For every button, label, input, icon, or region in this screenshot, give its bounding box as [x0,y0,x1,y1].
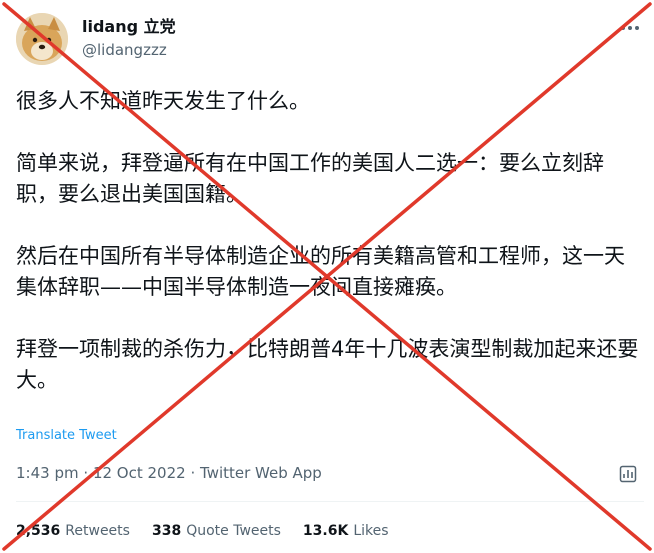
tweet-meta: 1:43 pm · 12 Oct 2022 · Twitter Web App [16,463,322,483]
avatar[interactable] [16,13,68,65]
tweet-paragraph: 然后在中国所有半导体制造企业的所有美籍高管和工程师，这一天集体辞职——中国半导体… [16,244,625,299]
author-display-name[interactable]: lidang 立党 [82,17,176,37]
tweet-paragraph: 简单来说，拜登逼所有在中国工作的美国人二选一：要么立刻辞职，要么退出美国国籍。 [16,151,604,206]
author-handle[interactable]: @lidangzzz [82,40,167,60]
tweet-stats: 2,536 Retweets 338 Quote Tweets 13.6K Li… [16,521,389,541]
tweet-source[interactable]: Twitter Web App [200,464,322,482]
likes-label: Likes [353,523,389,539]
quote-tweets-label: Quote Tweets [186,523,281,539]
retweets-label: Retweets [65,523,130,539]
tweet-paragraph: 拜登一项制裁的杀伤力，比特朗普4年十几波表演型制裁加起来还要大。 [16,337,639,392]
meta-separator: · [83,464,89,482]
meta-separator: · [190,464,196,482]
more-horizontal-icon [621,26,639,30]
divider [16,501,644,502]
tweet-date[interactable]: 12 Oct 2022 [93,464,186,482]
doge-dog-avatar-icon [16,13,68,65]
likes-count: 13.6K [302,523,349,539]
view-analytics-button[interactable] [616,462,640,486]
quote-tweets-count: 338 [151,523,182,539]
translate-tweet-link[interactable]: Translate Tweet [16,427,117,445]
likes-stat[interactable]: 13.6K Likes [303,521,389,541]
retweets-count: 2,536 [16,523,61,539]
more-options-button[interactable] [616,16,644,40]
quote-tweets-stat[interactable]: 338 Quote Tweets [152,521,281,541]
tweet-paragraph: 很多人不知道昨天发生了什么。 [16,89,310,113]
tweet-text: 很多人不知道昨天发生了什么。 简单来说，拜登逼所有在中国工作的美国人二选一：要么… [16,86,644,396]
tweet-time[interactable]: 1:43 pm [16,464,79,482]
analytics-icon [619,465,637,483]
retweets-stat[interactable]: 2,536 Retweets [16,521,130,541]
